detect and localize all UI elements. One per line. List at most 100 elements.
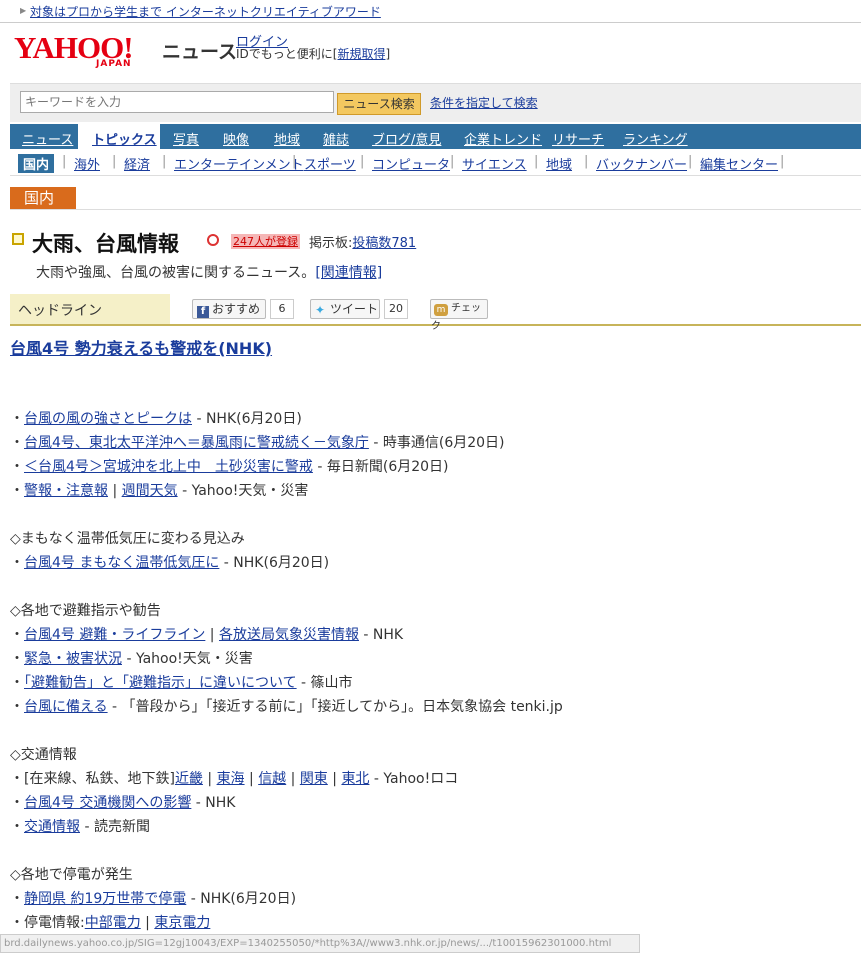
section-heading: ◇交通情報	[10, 747, 77, 763]
region-link[interactable]: 関東	[300, 771, 328, 787]
region-link[interactable]: 東海	[217, 771, 245, 787]
topic-icon	[12, 233, 24, 245]
tweet-button[interactable]: ✦ ツイート	[310, 299, 380, 319]
line-prefix: 停電情報:	[24, 915, 85, 931]
region-link[interactable]: 近畿	[175, 771, 203, 787]
facebook-recommend-button[interactable]: f おすすめ	[192, 299, 266, 319]
advanced-search-link[interactable]: 条件を指定して検索	[430, 94, 538, 111]
separator: |	[327, 771, 342, 787]
tab-region[interactable]: 地域	[274, 129, 300, 148]
list-item: ・台風4号 交通機関への影響 - NHK	[10, 792, 236, 812]
list-item: ・台風4号、東北太平洋沖へ＝暴風雨に警戒続く－気象庁 - 時事通信(6月20日)	[10, 432, 505, 452]
related-link[interactable]: [関連情報]	[315, 265, 382, 281]
news-link[interactable]: 中部電力	[85, 915, 141, 931]
tab-magazine[interactable]: 雑誌	[323, 129, 349, 148]
registered-badge[interactable]: 247人が登録	[231, 234, 300, 249]
main-nav: ニュース トピックス 写真 映像 地域 雑誌 ブログ/意見 企業トレンド リサー…	[10, 124, 861, 149]
tab-topics[interactable]: トピックス	[78, 124, 160, 149]
bullet: ・	[10, 699, 24, 715]
topic-description: 大雨や強風、台風の被害に関するニュース。[関連情報]	[36, 262, 382, 282]
bullet: ・	[10, 819, 24, 835]
twitter-bird-icon: ✦	[315, 303, 326, 317]
login-note-text: IDでもっと便利に[	[236, 47, 338, 61]
headline-label: ヘッドライン	[18, 303, 102, 319]
bullet: ・	[10, 555, 24, 571]
region-link[interactable]: 信越	[258, 771, 286, 787]
subnav-item[interactable]: 海外	[74, 154, 100, 173]
subnav-item[interactable]: 編集センター	[700, 154, 778, 173]
subnav-item[interactable]: コンピュータ	[372, 154, 450, 173]
news-link[interactable]: 台風4号 避難・ライフライン	[24, 627, 205, 643]
promo-link[interactable]: 対象はプロから学生まで インターネットクリエイティブアワード	[30, 3, 381, 20]
region-link[interactable]: 東北	[341, 771, 369, 787]
subnav-item[interactable]: スポーツ	[304, 154, 356, 173]
news-source: - Yahoo!ロコ	[369, 771, 459, 787]
news-link[interactable]: 「避難勧告」と「避難指示」に違いについて	[24, 675, 297, 691]
list-item: ・[在来線、私鉄、地下鉄]近畿 | 東海 | 信越 | 関東 | 東北 - Ya…	[10, 768, 458, 788]
separator: |	[286, 771, 300, 787]
subnav-sep: |	[112, 154, 117, 169]
news-link[interactable]: 東京電力	[154, 915, 210, 931]
tab-research[interactable]: リサーチ	[552, 129, 604, 148]
yahoo-japan-logo[interactable]: YAHOO! JAPAN	[14, 30, 158, 72]
bbs-link[interactable]: 投稿数781	[352, 236, 416, 251]
sub-nav: 国内 | 海外 | 経済 | エンターテインメント | スポーツ | コンピュー…	[10, 149, 861, 176]
list-item: ・静岡県 約19万世帯で停電 - NHK(6月20日)	[10, 888, 296, 908]
news-source: - 「普段から」「接近する前に」「接近してから」。日本気象協会 tenki.jp	[107, 699, 563, 715]
subnav-item[interactable]: バックナンバー	[596, 154, 687, 173]
list-item: ・＜台風4号＞宮城沖を北上中 土砂災害に警戒 - 毎日新聞(6月20日)	[10, 456, 449, 476]
news-link[interactable]: 週間天気	[122, 483, 178, 499]
tab-photo[interactable]: 写真	[173, 129, 199, 148]
register-link[interactable]: 新規取得	[337, 47, 385, 61]
subnav-sep: |	[584, 154, 589, 169]
promo-bar: ▶ 対象はプロから学生まで インターネットクリエイティブアワード	[0, 0, 861, 23]
subnav-item[interactable]: 経済	[124, 154, 150, 173]
news-link[interactable]: 台風の風の強さとピークは	[24, 411, 192, 427]
news-link[interactable]: 台風4号 まもなく温帯低気圧に	[24, 555, 219, 571]
search-input[interactable]	[20, 91, 334, 113]
site-name: ニュース	[162, 41, 238, 63]
headline-tab-tip	[145, 294, 170, 324]
news-link[interactable]: 台風に備える	[24, 699, 108, 715]
subnav-item[interactable]: 地域	[546, 154, 572, 173]
login-note: IDでもっと便利に[新規取得]	[236, 45, 390, 62]
news-link[interactable]: 交通情報	[24, 819, 80, 835]
page-title: 大雨、台風情報	[32, 232, 179, 256]
tab-trend[interactable]: 企業トレンド	[464, 129, 542, 148]
subnav-item[interactable]: エンターテインメント	[174, 154, 304, 173]
mixi-check-button[interactable]: m チェック	[430, 299, 488, 332]
news-link[interactable]: 台風4号 交通機関への影響	[24, 795, 191, 811]
section-heading: ◇まもなく温帯低気圧に変わる見込み	[10, 531, 245, 547]
list-item: ・警報・注意報 | 週間天気 - Yahoo!天気・災害	[10, 480, 308, 500]
bullet: ・	[10, 411, 24, 427]
news-link[interactable]: 警報・注意報	[24, 483, 108, 499]
tab-ranking[interactable]: ランキング	[623, 129, 688, 148]
news-source: - NHK	[191, 795, 236, 811]
news-source: - Yahoo!天気・災害	[122, 651, 253, 667]
bbs-info: 掲示板:投稿数781	[309, 232, 416, 251]
bullet: ・	[10, 435, 24, 451]
subnav-item[interactable]: サイエンス	[462, 154, 527, 173]
register-icon[interactable]	[207, 234, 219, 246]
news-search-button[interactable]: ニュース検索	[337, 93, 421, 115]
news-source: - NHK(6月20日)	[186, 891, 297, 907]
subnav-sep: |	[62, 154, 67, 169]
bullet: ・	[10, 483, 24, 499]
section-tab: 国内	[10, 187, 76, 209]
tab-video[interactable]: 映像	[223, 129, 249, 148]
tab-topics-label: トピックス	[92, 133, 157, 148]
subnav-sep: |	[450, 154, 455, 169]
headline-tab: ヘッドライン	[10, 294, 170, 324]
news-link[interactable]: 緊急・被害状況	[24, 651, 122, 667]
main-headline-link[interactable]: 台風4号 勢力衰えるも警戒を(NHK)	[10, 335, 272, 359]
news-link[interactable]: 各放送局気象災害情報	[219, 627, 359, 643]
news-link[interactable]: 台風4号、東北太平洋沖へ＝暴風雨に警戒続く－気象庁	[24, 435, 369, 451]
news-source: - 読売新聞	[80, 819, 150, 835]
tab-news[interactable]: ニュース	[22, 129, 73, 148]
section-heading: ◇各地で避難指示や勧告	[10, 603, 161, 619]
tab-blog[interactable]: ブログ/意見	[372, 129, 441, 148]
bullet: ・	[10, 771, 24, 787]
list-item: ・緊急・被害状況 - Yahoo!天気・災害	[10, 648, 253, 668]
news-link[interactable]: ＜台風4号＞宮城沖を北上中 土砂災害に警戒	[24, 459, 313, 475]
news-link[interactable]: 静岡県 約19万世帯で停電	[24, 891, 186, 907]
